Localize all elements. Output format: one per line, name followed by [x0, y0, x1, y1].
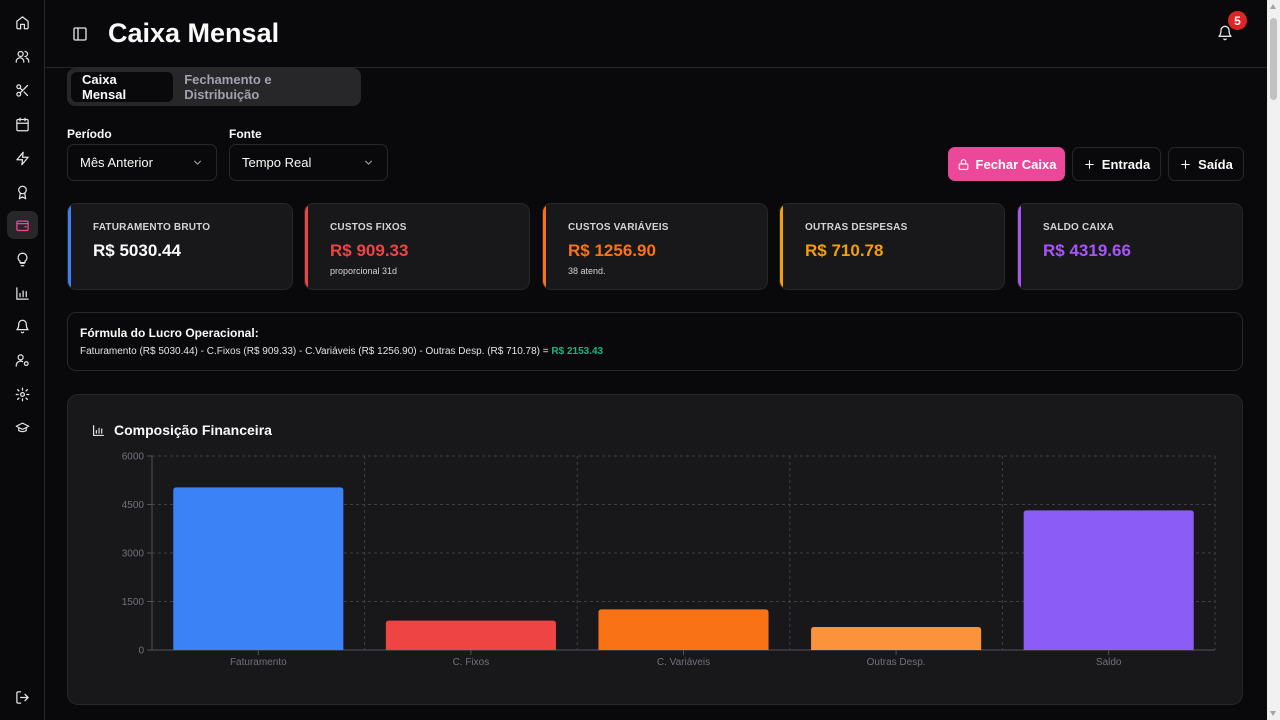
kpi-value: R$ 710.78 — [805, 241, 884, 260]
chevron-down-icon — [193, 160, 202, 165]
x-tick-label: Outras Desp. — [867, 657, 926, 668]
period-label: Período — [67, 127, 112, 141]
kpi-card-variable-costs: CUSTOS VARIÁVEIS R$ 1256.90 38 atend. — [542, 203, 768, 290]
kpi-card-fixed-costs: CUSTOS FIXOS R$ 909.33 proporcional 31d — [304, 203, 530, 290]
y-tick-label: 4500 — [122, 500, 145, 511]
kpi-value: R$ 5030.44 — [93, 241, 181, 260]
tab-caixa-mensal[interactable]: Caixa Mensal — [71, 72, 174, 102]
award-icon[interactable] — [7, 178, 38, 206]
sidebar-toggle-icon[interactable] — [72, 26, 88, 42]
chart-card: Composição Financeira 0 1500 3000 4500 6000 F… — [67, 394, 1243, 705]
kpi-accent — [543, 204, 546, 289]
logout-icon[interactable] — [7, 683, 38, 711]
kpi-card-gross-revenue: FATURAMENTO BRUTO R$ 5030.44 — [67, 203, 293, 290]
wallet-icon[interactable] — [7, 211, 38, 239]
x-tick-label: C. Variáveis — [657, 657, 710, 668]
formula-box: Fórmula do Lucro Operacional: Faturament… — [67, 312, 1243, 371]
kpi-card-cash-balance: SALDO CAIXA R$ 4319.66 — [1017, 203, 1243, 290]
scroll-thumb[interactable] — [1270, 18, 1277, 100]
x-tick-label: Saldo — [1096, 657, 1122, 668]
scissors-icon[interactable] — [7, 76, 38, 104]
kpi-value: R$ 909.33 — [330, 241, 409, 260]
source-value: Tempo Real — [242, 155, 312, 170]
sidebar — [0, 0, 45, 720]
scroll-down-icon[interactable] — [1270, 711, 1276, 716]
formula-result: R$ 2153.43 — [551, 346, 604, 357]
add-exit-button[interactable]: Saída — [1168, 147, 1244, 181]
user-cog-icon[interactable] — [7, 346, 38, 374]
kpi-accent — [780, 204, 783, 289]
page-title: Caixa Mensal — [108, 18, 280, 48]
zap-icon[interactable] — [7, 144, 38, 172]
plus-icon — [1181, 159, 1190, 169]
kpi-sub: 38 atend. — [568, 266, 606, 276]
settings-icon[interactable] — [7, 380, 38, 408]
bar — [811, 627, 982, 650]
kpi-card-other-expenses: OUTRAS DESPESAS R$ 710.78 — [779, 203, 1005, 290]
kpi-value: R$ 4319.66 — [1043, 241, 1131, 260]
tab-list: Caixa Mensal Fechamento e Distribuição — [67, 68, 361, 106]
calendar-icon[interactable] — [7, 110, 38, 138]
bar-chart-icon[interactable] — [7, 279, 38, 307]
lightbulb-icon[interactable] — [7, 245, 38, 273]
y-tick-label: 6000 — [122, 452, 145, 463]
bar-chart: 0 1500 3000 4500 6000 Faturamento C. Fixos C. V… — [122, 452, 1216, 668]
add-entry-button[interactable]: Entrada — [1072, 147, 1161, 181]
kpi-value: R$ 1256.90 — [568, 241, 656, 260]
page-scrollbar[interactable] — [1267, 0, 1280, 720]
scroll-up-icon[interactable] — [1270, 4, 1276, 9]
home-icon[interactable] — [7, 8, 38, 36]
kpi-accent — [68, 204, 71, 289]
formula-title: Fórmula do Lucro Operacional: — [80, 326, 259, 340]
kpi-label: FATURAMENTO BRUTO — [93, 222, 211, 233]
source-label: Fonte — [229, 127, 262, 141]
tab-fechamento-distribuicao[interactable]: Fechamento e Distribuição — [173, 72, 357, 102]
bar — [1023, 510, 1194, 650]
kpi-label: CUSTOS VARIÁVEIS — [568, 222, 669, 233]
x-tick-label: C. Fixos — [453, 657, 490, 668]
formula-text: Faturamento (R$ 5030.44) - C.Fixos (R$ 9… — [80, 346, 604, 357]
bell-icon[interactable] — [7, 312, 38, 340]
lock-icon — [958, 158, 968, 170]
y-tick-label: 1500 — [122, 597, 145, 608]
source-select[interactable]: Tempo Real — [229, 144, 388, 181]
graduation-cap-icon[interactable] — [7, 413, 38, 441]
users-icon[interactable] — [7, 42, 38, 70]
bar — [385, 620, 556, 650]
kpi-label: SALDO CAIXA — [1043, 222, 1115, 233]
close-cash-button[interactable]: Fechar Caixa — [948, 147, 1065, 181]
notification-badge: 5 — [1228, 11, 1247, 30]
bar — [173, 487, 344, 650]
page-header: Caixa Mensal 5 — [45, 0, 1267, 68]
bar — [598, 609, 769, 650]
y-tick-label: 0 — [138, 646, 144, 657]
kpi-accent — [305, 204, 308, 289]
kpi-label: OUTRAS DESPESAS — [805, 222, 908, 233]
plus-icon — [1084, 159, 1094, 169]
x-tick-label: Faturamento — [230, 657, 287, 668]
chevron-down-icon — [364, 160, 373, 165]
kpi-accent — [1018, 204, 1021, 289]
kpi-sub: proporcional 31d — [330, 266, 398, 276]
period-select[interactable]: Mês Anterior — [67, 144, 217, 181]
y-tick-label: 3000 — [122, 549, 145, 560]
period-value: Mês Anterior — [80, 155, 153, 170]
kpi-label: CUSTOS FIXOS — [330, 222, 407, 233]
